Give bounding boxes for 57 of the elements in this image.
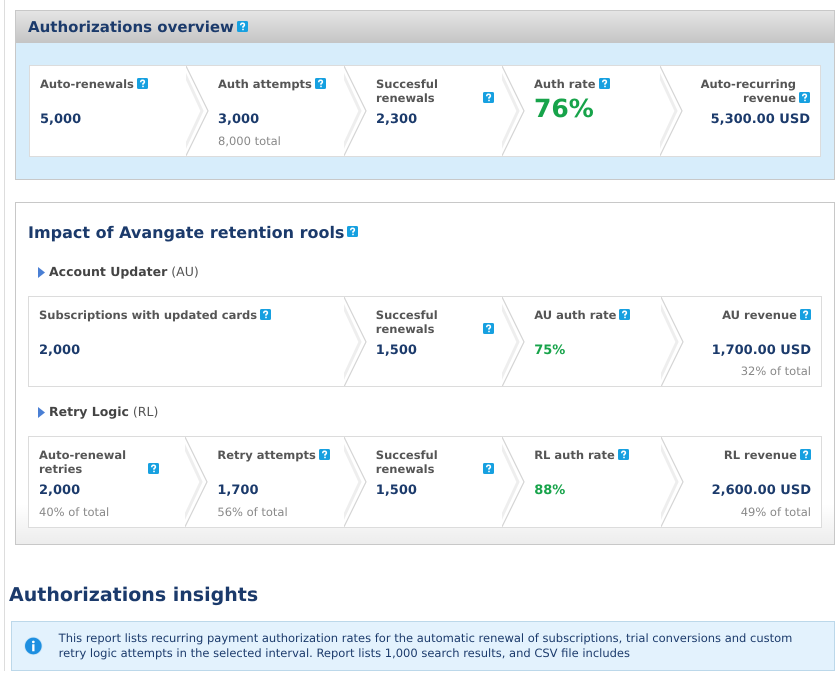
metric-note: 56% of total xyxy=(217,504,289,520)
help-icon[interactable] xyxy=(136,78,148,89)
help-icon[interactable] xyxy=(347,226,358,238)
metric-label: Succesful renewals xyxy=(376,448,439,476)
help-icon[interactable] xyxy=(318,449,330,460)
metric-value: 1,700.00 USD xyxy=(710,342,811,360)
metric-label: RL revenue xyxy=(724,448,797,462)
metric-label: AU auth rate xyxy=(534,308,616,322)
metric-value: 2,000 xyxy=(39,342,82,360)
help-icon[interactable] xyxy=(799,92,810,103)
help-icon[interactable] xyxy=(260,308,272,320)
help-icon[interactable] xyxy=(148,463,159,474)
metric-label: Succesful renewals xyxy=(376,77,439,105)
metric-note: 40% of total xyxy=(39,504,110,520)
help-icon[interactable] xyxy=(800,308,811,320)
help-icon[interactable] xyxy=(483,92,494,103)
metric-value: 2,000 xyxy=(39,482,82,500)
metric-label: Auth rate xyxy=(534,77,596,91)
help-icon[interactable] xyxy=(483,322,494,334)
help-icon[interactable] xyxy=(236,20,248,32)
metric-note: 49% of total xyxy=(740,504,811,520)
help-icon[interactable] xyxy=(314,78,326,89)
caret-icon[interactable] xyxy=(38,266,45,278)
metric-label: AU revenue xyxy=(722,308,797,322)
metric-value: 75% xyxy=(534,342,566,360)
caret-icon[interactable] xyxy=(38,407,45,418)
metric-label: Subscriptions with updated cards xyxy=(39,308,258,322)
metric-label: Auto-recurring revenue xyxy=(700,77,796,105)
metric-value: 5,300.00 USD xyxy=(710,111,810,129)
metric-label: RL auth rate xyxy=(534,448,615,462)
metric-value: 76% xyxy=(534,95,595,123)
help-icon[interactable] xyxy=(800,449,811,460)
metric-value: 88% xyxy=(534,482,566,500)
metric-note: 8,000 total xyxy=(218,132,282,150)
metric-label: Auto-renewal retries xyxy=(39,448,128,476)
help-icon[interactable] xyxy=(598,78,610,89)
metric-label: Retry attempts xyxy=(217,448,316,462)
group-heading[interactable]: Retry Logic (RL) xyxy=(49,403,158,422)
help-icon[interactable] xyxy=(619,308,630,320)
section-title: Impact of Avangate retention rools xyxy=(28,222,344,244)
metric-value: 1,700 xyxy=(217,482,260,500)
metric-note: 32% of total xyxy=(740,363,811,380)
panel-title: Authorizations overview xyxy=(28,16,234,38)
metric-value: 1,500 xyxy=(376,482,418,500)
metric-label: Auth attempts xyxy=(218,77,312,91)
help-icon[interactable] xyxy=(483,463,494,474)
help-icon[interactable] xyxy=(618,449,629,460)
metric-value: 3,000 xyxy=(218,111,260,129)
metric-value: 2,600.00 USD xyxy=(710,482,811,500)
section-title: Authorizations insights xyxy=(9,582,260,608)
metric-label: Auto-renewals xyxy=(40,77,134,91)
group-heading[interactable]: Account Updater (AU) xyxy=(49,262,199,282)
metric-label: Succesful renewals xyxy=(376,308,439,336)
info-text: This report lists recurring payment authorization rates for the automatic renewal of subscriptions, trial conversions and custom retry logic attempts in the selected interval. Report lists 1,000 search results, and CSV file includes xyxy=(58,631,794,662)
metric-value: 2,300 xyxy=(376,111,418,129)
metric-value: 5,000 xyxy=(40,111,82,129)
metric-value: 1,500 xyxy=(376,342,418,360)
